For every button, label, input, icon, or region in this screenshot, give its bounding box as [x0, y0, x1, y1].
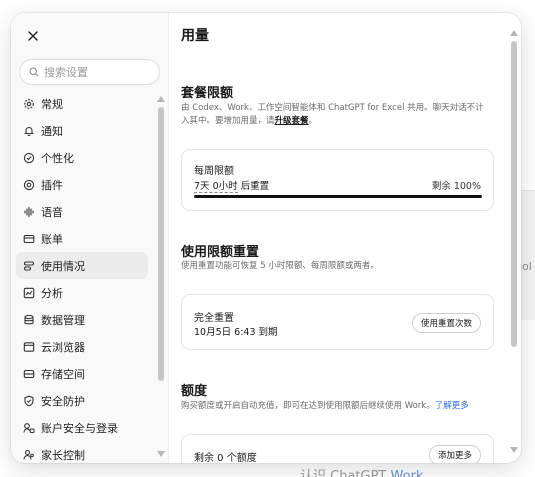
sidebar-item-voice[interactable]: 语音: [16, 198, 148, 225]
sidebar-scrollbar-thumb[interactable]: [158, 107, 164, 381]
sidebar-item-label: 常规: [41, 97, 63, 111]
upgrade-plan-link[interactable]: 升级套餐: [275, 116, 309, 126]
card-icon: [23, 233, 35, 245]
sidebar-item-label: 插件: [41, 178, 63, 192]
reset-suffix: 后重置: [237, 181, 270, 192]
add-more-button[interactable]: 添加更多: [428, 445, 481, 463]
sidebar-item-account-security[interactable]: 账户安全与登录: [16, 414, 148, 441]
sidebar-item-label: 家长控制: [41, 448, 85, 462]
sidebar-item-label: 语音: [41, 205, 63, 219]
sidebar-item-analytics[interactable]: 分析: [16, 279, 148, 306]
shield-icon: [23, 395, 35, 407]
sidebar-item-storage[interactable]: 存储空间: [16, 360, 148, 387]
weekly-limit-card: 每周限额 7天 0小时 后重置 剩余 100%: [181, 149, 494, 211]
database-icon: [23, 314, 35, 326]
storage-icon: [23, 368, 35, 380]
credits-card: 剩余 0 个额度 添加更多: [181, 434, 494, 463]
sidebar-item-label: 数据管理: [41, 313, 85, 327]
use-reset-button[interactable]: 使用重置次数: [411, 313, 481, 333]
usage-panel: 用量 套餐限额 由 Codex、Work、工作空间智能体和 ChatGPT fo…: [170, 13, 521, 463]
weekly-remaining: 剩余 100%: [431, 181, 481, 192]
sidebar-item-label: 使用情况: [41, 259, 85, 273]
background-footer-prefix: 认识 ChatGPT: [300, 469, 387, 477]
learn-more-link[interactable]: 了解更多: [435, 401, 469, 411]
search-icon: [29, 67, 39, 77]
weekly-limit-reset: 7天 0小时 后重置: [194, 178, 270, 193]
weekly-limit-title: 每周限额: [194, 166, 234, 177]
background-footer-accent: Work: [390, 469, 424, 477]
at-plugin-icon: [23, 179, 35, 191]
sidebar-item-billing[interactable]: 账单: [16, 225, 148, 252]
background-partial-text: ol: [522, 260, 532, 273]
credits-description: 购买额度或开启自动充值，即可在达到使用限额后继续使用 Work。了解更多: [181, 400, 491, 413]
sidebar-item-label: 个性化: [41, 151, 74, 165]
sidebar-item-label: 分析: [41, 286, 63, 300]
bell-icon: [23, 125, 35, 137]
account-lock-icon: [23, 422, 35, 434]
reset-countdown: 7天 0小时: [194, 181, 238, 193]
parental-icon: [23, 449, 35, 461]
plan-limits-heading: 套餐限额: [181, 86, 234, 101]
full-reset-card: 完全重置 10月5日 6:43 到期 使用重置次数: [181, 294, 494, 350]
sidebar-item-notifications[interactable]: 通知: [16, 117, 148, 144]
sidebar-item-data-controls[interactable]: 数据管理: [16, 306, 148, 333]
page-title: 用量: [181, 28, 209, 44]
limit-reset-description: 使用重置功能可恢复 5 小时限额、每周限额或两者。: [181, 261, 379, 271]
cloud-browser-icon: [23, 341, 35, 353]
sidebar-nav: 常规 通知 个性化 插件 语音 账单 使用情况 分析 数据管理 云浏览器 存储空…: [16, 90, 148, 463]
sidebar-item-cloud-browser[interactable]: 云浏览器: [16, 333, 148, 360]
sidebar-item-label: 存储空间: [41, 367, 85, 381]
main-scrollbar-thumb[interactable]: [511, 41, 517, 347]
weekly-progress-bar: [194, 195, 482, 198]
sidebar-item-personalization[interactable]: 个性化: [16, 144, 148, 171]
sidebar-item-parental-controls[interactable]: 家长控制: [16, 441, 148, 463]
sidebar-item-label: 账单: [41, 232, 63, 246]
gear-icon: [23, 98, 35, 110]
search-input[interactable]: [44, 65, 154, 79]
chart-icon: [23, 287, 35, 299]
settings-sidebar: 常规 通知 个性化 插件: [11, 13, 169, 463]
main-scroll-down-arrow[interactable]: [510, 447, 518, 453]
main-scroll-up-arrow[interactable]: [510, 30, 518, 36]
usage-icon: [23, 260, 35, 272]
sidebar-item-label: 云浏览器: [41, 340, 85, 354]
credits-desc-text: 购买额度或开启自动充值，即可在达到使用限额后继续使用 Work。: [181, 401, 435, 411]
close-icon: [28, 31, 38, 41]
sidebar-item-label: 通知: [41, 124, 63, 138]
full-reset-expiry: 10月5日 6:43 到期: [194, 327, 278, 338]
sidebar-item-plugins[interactable]: 插件: [16, 171, 148, 198]
sidebar-scroll-up-arrow[interactable]: [157, 96, 165, 102]
sidebar-item-security[interactable]: 安全防护: [16, 387, 148, 414]
sidebar-item-usage[interactable]: 使用情况: [16, 252, 148, 279]
voice-icon: [23, 206, 35, 218]
credits-remaining: 剩余 0 个额度: [194, 453, 257, 463]
sidebar-item-label: 账户安全与登录: [41, 421, 118, 435]
limit-reset-heading: 使用限额重置: [181, 245, 260, 260]
credits-heading: 额度: [181, 384, 208, 399]
search-box[interactable]: [19, 59, 160, 85]
sidebar-item-general[interactable]: 常规: [16, 90, 148, 117]
plan-limits-desc-end: 。: [308, 116, 318, 126]
close-button[interactable]: [23, 26, 43, 46]
sidebar-item-label: 安全防护: [41, 394, 85, 408]
settings-dialog: 常规 通知 个性化 插件: [11, 13, 521, 463]
plan-limits-description: 由 Codex、Work、工作空间智能体和 ChatGPT for Excel …: [181, 102, 491, 128]
personalize-icon: [23, 152, 35, 164]
full-reset-title: 完全重置: [194, 313, 234, 324]
plan-limits-desc-text: 由 Codex、Work、工作空间智能体和 ChatGPT for Excel …: [181, 103, 484, 126]
sidebar-scroll-down-arrow[interactable]: [157, 451, 165, 457]
weekly-progress-fill: [194, 195, 482, 198]
background-footer-text: 认识 ChatGPT Work: [300, 465, 423, 477]
